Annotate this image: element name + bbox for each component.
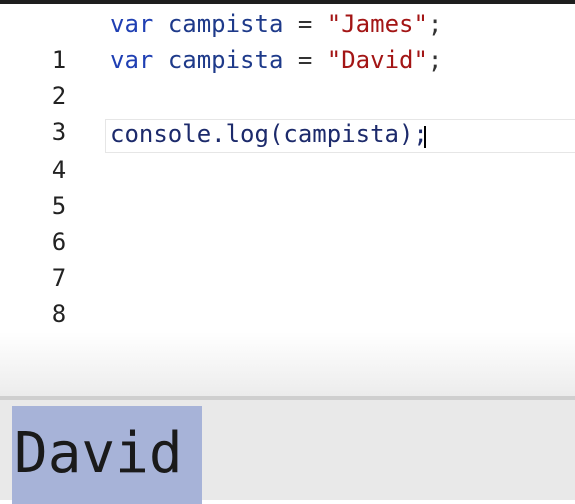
keyword-var: var — [110, 46, 154, 74]
code-line-3[interactable]: 3 — [0, 78, 575, 146]
console-output-panel[interactable]: David — [0, 396, 575, 504]
code-text[interactable]: var campista = "David"; — [110, 42, 442, 78]
editor-bottom-fade — [0, 332, 575, 396]
code-line-5[interactable]: 5 — [0, 152, 575, 220]
code-line-8[interactable]: 8 — [0, 260, 575, 328]
code-line-6[interactable]: 6 — [0, 188, 575, 256]
string-literal: "David" — [326, 46, 428, 74]
semicolon: ; — [427, 10, 443, 38]
code-text[interactable]: console.log(campista); — [110, 116, 428, 152]
string-literal: "James" — [326, 10, 428, 38]
code-line-2[interactable]: 2 var campista = "David"; — [0, 42, 575, 110]
console-output-text[interactable]: David — [14, 408, 183, 500]
text-cursor — [423, 126, 426, 148]
code-editor[interactable]: 1 var campista = "James"; 2 var campista… — [0, 4, 575, 332]
semicolon: ; — [427, 46, 443, 74]
identifier: campista — [167, 46, 284, 74]
line-number: 8 — [51, 300, 67, 328]
keyword-var: var — [110, 10, 154, 38]
code-line-1[interactable]: 1 var campista = "James"; — [0, 6, 575, 74]
code-line-4[interactable]: 4 console.log(campista); — [0, 116, 575, 184]
operator: = — [297, 46, 313, 74]
code-text[interactable]: var campista = "James"; — [110, 6, 442, 42]
identifier: campista — [167, 10, 284, 38]
operator: = — [297, 10, 313, 38]
console-log-call: console.log(campista); — [110, 120, 428, 148]
code-line-7[interactable]: 7 — [0, 224, 575, 292]
